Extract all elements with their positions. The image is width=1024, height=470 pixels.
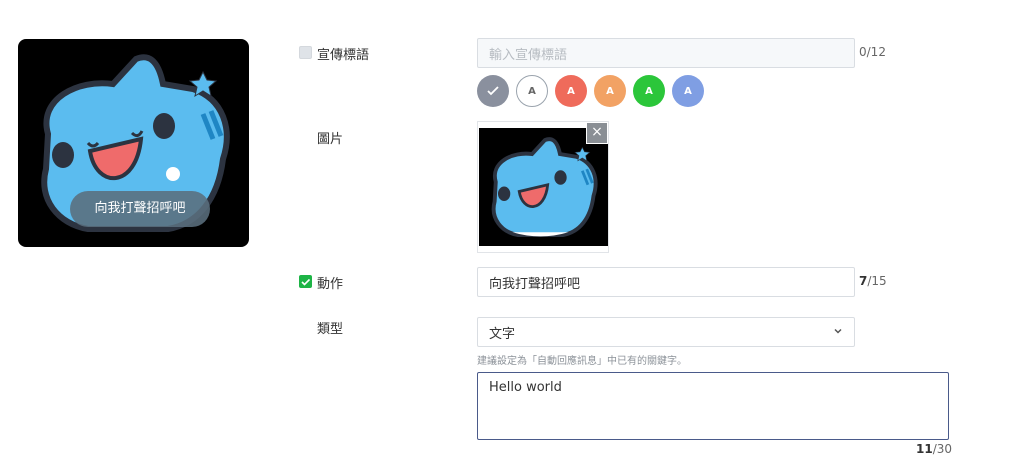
preview-caption: 向我打聲招呼吧 <box>70 191 210 227</box>
preview-card: 向我打聲招呼吧 <box>18 39 249 247</box>
image-close-button[interactable]: × <box>586 122 608 144</box>
action-counter: 7/15 <box>859 274 887 288</box>
action-checkbox[interactable] <box>299 275 312 288</box>
tagline-max: /12 <box>866 45 886 59</box>
message-value: Hello world <box>489 380 562 395</box>
type-label: 類型 <box>317 322 344 337</box>
action-input-value: 向我打聲招呼吧 <box>489 276 581 292</box>
action-max: /15 <box>867 274 887 288</box>
image-label: 圖片 <box>317 132 344 147</box>
type-hint: 建議設定為「自動回應訊息」中已有的關鍵字。 <box>477 356 687 367</box>
action-input[interactable]: 向我打聲招呼吧 <box>477 267 855 297</box>
swatch-orange[interactable]: A <box>594 75 626 107</box>
type-select-value: 文字 <box>489 326 516 342</box>
bugcat-thumbnail-illustration <box>491 137 598 237</box>
action-label: 動作 <box>317 277 344 292</box>
swatch-green[interactable]: A <box>633 75 665 107</box>
chevron-down-icon <box>834 328 842 334</box>
tagline-placeholder: 輸入宣傳標語 <box>489 47 568 63</box>
check-icon <box>487 86 499 96</box>
message-count: 11 <box>916 442 933 456</box>
swatch-red[interactable]: A <box>555 75 587 107</box>
check-icon <box>301 278 310 286</box>
tagline-counter: 0/12 <box>859 45 886 59</box>
thumbnail-image <box>479 128 608 246</box>
tagline-label: 宣傳標語 <box>317 48 370 63</box>
tagline-count: 0 <box>859 45 867 59</box>
tagline-input[interactable]: 輸入宣傳標語 <box>477 38 855 68</box>
swatch-blue[interactable]: A <box>672 75 704 107</box>
swatch-white[interactable]: A <box>516 75 548 107</box>
image-thumbnail[interactable]: × <box>477 121 609 253</box>
tagline-checkbox[interactable] <box>299 46 312 59</box>
message-textarea[interactable]: Hello world <box>477 372 949 440</box>
color-swatches: A A A A A <box>477 75 704 107</box>
swatch-gray[interactable] <box>477 75 509 107</box>
message-counter: 11/30 <box>916 442 952 456</box>
type-select[interactable]: 文字 <box>477 317 855 347</box>
message-max: /30 <box>932 442 953 456</box>
